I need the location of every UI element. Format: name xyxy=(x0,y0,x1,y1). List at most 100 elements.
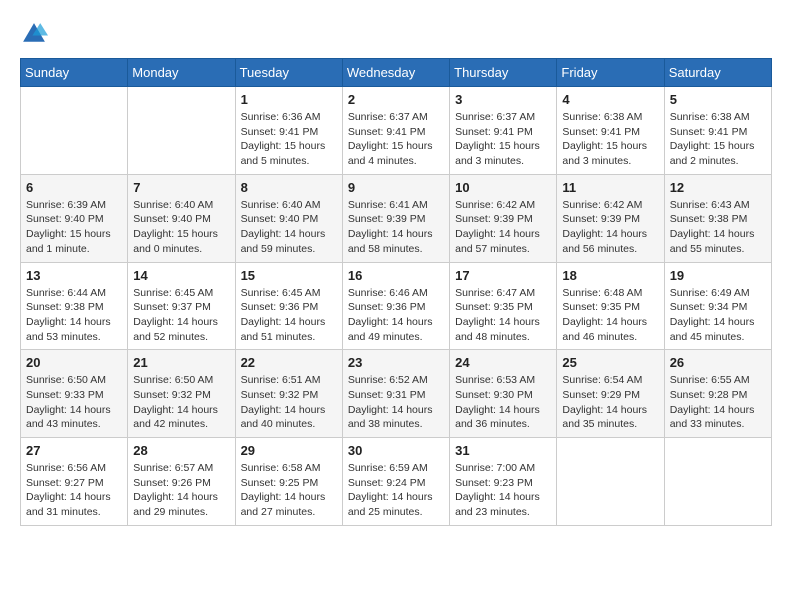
calendar-cell xyxy=(21,87,128,175)
calendar-cell: 10Sunrise: 6:42 AM Sunset: 9:39 PM Dayli… xyxy=(450,174,557,262)
day-info: Sunrise: 6:59 AM Sunset: 9:24 PM Dayligh… xyxy=(348,461,444,520)
calendar-cell: 1 Sunrise: 6:36 AM Sunset: 9:41 PM Daylig… xyxy=(235,87,342,175)
day-info: Sunrise: 6:52 AM Sunset: 9:31 PM Dayligh… xyxy=(348,373,444,432)
weekday-header: Thursday xyxy=(450,59,557,87)
day-number: 1 xyxy=(241,92,337,107)
day-number: 24 xyxy=(455,355,551,370)
calendar-cell: 25 Sunrise: 6:54 AM Sunset: 9:29 PM Dayli… xyxy=(557,350,664,438)
weekday-header: Tuesday xyxy=(235,59,342,87)
day-number: 10 xyxy=(455,180,551,195)
day-info: Sunrise: 6:43 AM Sunset: 9:38 PM Dayligh… xyxy=(670,198,766,257)
day-info: Sunrise: 6:36 AM Sunset: 9:41 PM Dayligh… xyxy=(241,110,337,169)
calendar-cell: 14Sunrise: 6:45 AM Sunset: 9:37 PM Dayli… xyxy=(128,262,235,350)
calendar-cell: 20Sunrise: 6:50 AM Sunset: 9:33 PM Dayli… xyxy=(21,350,128,438)
day-number: 23 xyxy=(348,355,444,370)
weekday-row: SundayMondayTuesdayWednesdayThursdayFrid… xyxy=(21,59,772,87)
weekday-header: Wednesday xyxy=(342,59,449,87)
day-number: 17 xyxy=(455,268,551,283)
weekday-header: Sunday xyxy=(21,59,128,87)
calendar-header: SundayMondayTuesdayWednesdayThursdayFrid… xyxy=(21,59,772,87)
day-number: 16 xyxy=(348,268,444,283)
logo-icon xyxy=(20,20,48,48)
logo xyxy=(20,20,50,48)
day-number: 31 xyxy=(455,443,551,458)
day-number: 22 xyxy=(241,355,337,370)
day-info: Sunrise: 6:44 AM Sunset: 9:38 PM Dayligh… xyxy=(26,286,122,345)
calendar-table: SundayMondayTuesdayWednesdayThursdayFrid… xyxy=(20,58,772,526)
weekday-header: Saturday xyxy=(664,59,771,87)
day-number: 27 xyxy=(26,443,122,458)
day-number: 5 xyxy=(670,92,766,107)
day-number: 2 xyxy=(348,92,444,107)
day-info: Sunrise: 6:46 AM Sunset: 9:36 PM Dayligh… xyxy=(348,286,444,345)
day-number: 9 xyxy=(348,180,444,195)
calendar-cell: 6 Sunrise: 6:39 AM Sunset: 9:40 PM Daylig… xyxy=(21,174,128,262)
calendar-cell: 17 Sunrise: 6:47 AM Sunset: 9:35 PM Dayli… xyxy=(450,262,557,350)
day-info: Sunrise: 6:41 AM Sunset: 9:39 PM Dayligh… xyxy=(348,198,444,257)
day-info: Sunrise: 6:58 AM Sunset: 9:25 PM Dayligh… xyxy=(241,461,337,520)
day-number: 15 xyxy=(241,268,337,283)
day-info: Sunrise: 6:57 AM Sunset: 9:26 PM Dayligh… xyxy=(133,461,229,520)
day-info: Sunrise: 6:45 AM Sunset: 9:37 PM Dayligh… xyxy=(133,286,229,345)
day-info: Sunrise: 6:45 AM Sunset: 9:36 PM Dayligh… xyxy=(241,286,337,345)
day-number: 18 xyxy=(562,268,658,283)
day-number: 30 xyxy=(348,443,444,458)
day-info: Sunrise: 6:38 AM Sunset: 9:41 PM Dayligh… xyxy=(670,110,766,169)
day-number: 3 xyxy=(455,92,551,107)
calendar-cell: 31 Sunrise: 7:00 AM Sunset: 9:23 PM Dayli… xyxy=(450,438,557,526)
day-info: Sunrise: 7:00 AM Sunset: 9:23 PM Dayligh… xyxy=(455,461,551,520)
day-info: Sunrise: 6:56 AM Sunset: 9:27 PM Dayligh… xyxy=(26,461,122,520)
weekday-header: Monday xyxy=(128,59,235,87)
weekday-header: Friday xyxy=(557,59,664,87)
calendar-cell: 22 Sunrise: 6:51 AM Sunset: 9:32 PM Dayli… xyxy=(235,350,342,438)
calendar-cell: 28 Sunrise: 6:57 AM Sunset: 9:26 PM Dayli… xyxy=(128,438,235,526)
day-info: Sunrise: 6:37 AM Sunset: 9:41 PM Dayligh… xyxy=(348,110,444,169)
calendar-cell: 27 Sunrise: 6:56 AM Sunset: 9:27 PM Dayli… xyxy=(21,438,128,526)
day-info: Sunrise: 6:40 AM Sunset: 9:40 PM Dayligh… xyxy=(241,198,337,257)
calendar-cell: 16 Sunrise: 6:46 AM Sunset: 9:36 PM Dayli… xyxy=(342,262,449,350)
day-number: 28 xyxy=(133,443,229,458)
day-info: Sunrise: 6:51 AM Sunset: 9:32 PM Dayligh… xyxy=(241,373,337,432)
calendar-cell: 9 Sunrise: 6:41 AM Sunset: 9:39 PM Daylig… xyxy=(342,174,449,262)
day-info: Sunrise: 6:55 AM Sunset: 9:28 PM Dayligh… xyxy=(670,373,766,432)
calendar-body: 1 Sunrise: 6:36 AM Sunset: 9:41 PM Daylig… xyxy=(21,87,772,526)
day-info: Sunrise: 6:42 AM Sunset: 9:39 PM Dayligh… xyxy=(562,198,658,257)
calendar-cell: 12 Sunrise: 6:43 AM Sunset: 9:38 PM Dayli… xyxy=(664,174,771,262)
day-number: 13 xyxy=(26,268,122,283)
day-info: Sunrise: 6:54 AM Sunset: 9:29 PM Dayligh… xyxy=(562,373,658,432)
day-number: 19 xyxy=(670,268,766,283)
day-info: Sunrise: 6:39 AM Sunset: 9:40 PM Dayligh… xyxy=(26,198,122,257)
calendar-cell: 24Sunrise: 6:53 AM Sunset: 9:30 PM Dayli… xyxy=(450,350,557,438)
calendar-cell xyxy=(128,87,235,175)
day-number: 21 xyxy=(133,355,229,370)
calendar-cell: 13 Sunrise: 6:44 AM Sunset: 9:38 PM Dayli… xyxy=(21,262,128,350)
calendar-cell: 26Sunrise: 6:55 AM Sunset: 9:28 PM Dayli… xyxy=(664,350,771,438)
day-number: 29 xyxy=(241,443,337,458)
day-number: 25 xyxy=(562,355,658,370)
day-info: Sunrise: 6:47 AM Sunset: 9:35 PM Dayligh… xyxy=(455,286,551,345)
calendar-cell: 23 Sunrise: 6:52 AM Sunset: 9:31 PM Dayli… xyxy=(342,350,449,438)
calendar-week-row: 1 Sunrise: 6:36 AM Sunset: 9:41 PM Daylig… xyxy=(21,87,772,175)
calendar-cell: 8 Sunrise: 6:40 AM Sunset: 9:40 PM Daylig… xyxy=(235,174,342,262)
day-info: Sunrise: 6:40 AM Sunset: 9:40 PM Dayligh… xyxy=(133,198,229,257)
day-info: Sunrise: 6:50 AM Sunset: 9:32 PM Dayligh… xyxy=(133,373,229,432)
page-header xyxy=(20,20,772,48)
day-number: 4 xyxy=(562,92,658,107)
day-number: 12 xyxy=(670,180,766,195)
calendar-week-row: 13 Sunrise: 6:44 AM Sunset: 9:38 PM Dayli… xyxy=(21,262,772,350)
calendar-cell xyxy=(557,438,664,526)
calendar-cell xyxy=(664,438,771,526)
calendar-cell: 7 Sunrise: 6:40 AM Sunset: 9:40 PM Daylig… xyxy=(128,174,235,262)
day-number: 6 xyxy=(26,180,122,195)
day-number: 7 xyxy=(133,180,229,195)
day-number: 8 xyxy=(241,180,337,195)
calendar-week-row: 27 Sunrise: 6:56 AM Sunset: 9:27 PM Dayli… xyxy=(21,438,772,526)
calendar-cell: 2 Sunrise: 6:37 AM Sunset: 9:41 PM Daylig… xyxy=(342,87,449,175)
day-info: Sunrise: 6:48 AM Sunset: 9:35 PM Dayligh… xyxy=(562,286,658,345)
calendar-cell: 15 Sunrise: 6:45 AM Sunset: 9:36 PM Dayli… xyxy=(235,262,342,350)
calendar-cell: 30 Sunrise: 6:59 AM Sunset: 9:24 PM Dayli… xyxy=(342,438,449,526)
calendar-cell: 21 Sunrise: 6:50 AM Sunset: 9:32 PM Dayli… xyxy=(128,350,235,438)
day-number: 11 xyxy=(562,180,658,195)
calendar-week-row: 6 Sunrise: 6:39 AM Sunset: 9:40 PM Daylig… xyxy=(21,174,772,262)
day-info: Sunrise: 6:50 AM Sunset: 9:33 PM Dayligh… xyxy=(26,373,122,432)
